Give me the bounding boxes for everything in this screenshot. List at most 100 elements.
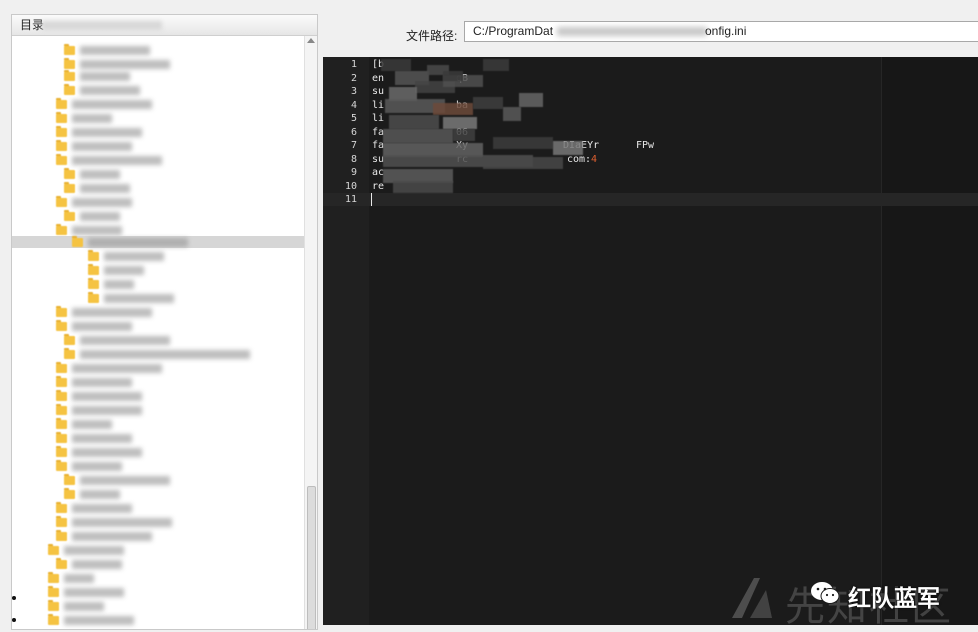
redacted-folder-name xyxy=(72,504,132,513)
tree-expander-icon[interactable] xyxy=(12,618,16,622)
folder-icon xyxy=(56,558,67,569)
folder-icon xyxy=(48,600,59,611)
tree-item[interactable] xyxy=(12,600,302,612)
tree-item[interactable] xyxy=(12,140,302,152)
tree-item[interactable] xyxy=(12,446,302,458)
tree-item[interactable] xyxy=(12,488,302,500)
tree-item[interactable] xyxy=(12,404,302,416)
folder-icon xyxy=(56,390,67,401)
folder-icon xyxy=(64,70,75,81)
tree-expander-icon[interactable] xyxy=(12,596,16,600)
tree-body xyxy=(12,36,307,629)
code-line[interactable]: 1 [b xyxy=(323,58,978,71)
tree-item[interactable] xyxy=(12,544,302,556)
redacted-folder-name xyxy=(104,294,174,303)
code-editor[interactable]: 1[b2enqB3su4liba5li6fa067faXyDIaEYrFPw8s… xyxy=(323,57,978,625)
tree-item[interactable] xyxy=(12,168,302,180)
redaction-block xyxy=(443,117,477,129)
folder-icon xyxy=(48,544,59,555)
tree-item[interactable] xyxy=(12,84,302,96)
tree-item[interactable] xyxy=(12,58,302,70)
folder-icon xyxy=(56,140,67,151)
tree-item[interactable] xyxy=(12,432,302,444)
tree-item[interactable] xyxy=(12,154,302,166)
folder-icon xyxy=(48,572,59,583)
tree-item[interactable] xyxy=(12,250,302,262)
tree-item[interactable] xyxy=(12,196,302,208)
redacted-path xyxy=(557,27,707,36)
folder-icon xyxy=(88,250,99,261)
file-path-input[interactable]: C:/ProgramDat onfig.ini xyxy=(464,21,978,42)
folder-icon xyxy=(56,320,67,331)
redacted-folder-name xyxy=(104,252,164,261)
redacted-folder-name xyxy=(72,532,152,541)
tree-item[interactable] xyxy=(12,70,302,82)
tree-item[interactable] xyxy=(12,586,302,598)
scroll-up-arrow-icon[interactable] xyxy=(307,38,315,43)
folder-icon xyxy=(64,84,75,95)
tree-item[interactable] xyxy=(12,530,302,542)
redacted-folder-name xyxy=(72,322,132,331)
tree-item[interactable] xyxy=(12,278,302,290)
redaction-block xyxy=(389,115,439,129)
tree-item[interactable] xyxy=(12,572,302,584)
tree-item[interactable] xyxy=(12,558,302,570)
tree-item[interactable] xyxy=(12,418,302,430)
redacted-folder-name xyxy=(64,616,134,625)
tree-item[interactable] xyxy=(12,292,302,304)
tree-item[interactable] xyxy=(12,306,302,318)
redacted-folder-name xyxy=(72,156,162,165)
redaction-block xyxy=(483,59,509,71)
tree-item[interactable] xyxy=(12,264,302,276)
redacted-folder-name xyxy=(80,490,120,499)
line-number: 8 xyxy=(350,153,357,165)
tree-item[interactable] xyxy=(12,362,302,374)
tree-item[interactable] xyxy=(12,126,302,138)
redacted-folder-name xyxy=(72,448,142,457)
scroll-thumb[interactable] xyxy=(307,486,316,629)
tree-item[interactable] xyxy=(12,516,302,528)
tree-item[interactable] xyxy=(12,112,302,124)
folder-icon xyxy=(88,292,99,303)
folder-icon xyxy=(64,44,75,55)
line-number: 5 xyxy=(350,113,357,124)
redacted-folder-name xyxy=(80,476,170,485)
tree-item[interactable] xyxy=(12,182,302,194)
redaction-block xyxy=(473,97,503,109)
folder-icon xyxy=(88,264,99,275)
tree-item[interactable] xyxy=(12,348,302,360)
tree-item[interactable] xyxy=(12,334,302,346)
tree-item[interactable] xyxy=(12,390,302,402)
tree-item[interactable] xyxy=(12,474,302,486)
redacted-folder-name xyxy=(72,378,132,387)
line-number: 10 xyxy=(344,180,357,192)
tree-item[interactable] xyxy=(12,210,302,222)
tree-item[interactable] xyxy=(12,614,302,626)
redacted-folder-name xyxy=(88,238,188,247)
line-number: 2 xyxy=(350,72,357,84)
redacted-folder-name xyxy=(72,392,142,401)
tree-item[interactable] xyxy=(12,236,307,248)
folder-icon xyxy=(64,58,75,69)
tree-item[interactable] xyxy=(12,502,302,514)
file-path-bar: 文件路径: C:/ProgramDat onfig.ini xyxy=(323,18,978,48)
tree-item[interactable] xyxy=(12,98,302,110)
tree-item[interactable] xyxy=(12,376,302,388)
tree-item[interactable] xyxy=(12,320,302,332)
redaction-block xyxy=(519,93,543,107)
file-path-end: onfig.ini xyxy=(705,24,747,38)
tree-scrollbar[interactable] xyxy=(304,36,317,629)
redacted-folder-name xyxy=(72,128,142,137)
folder-icon xyxy=(56,98,67,109)
file-path-start: C:/ProgramDat xyxy=(473,24,554,38)
redacted-folder-name xyxy=(72,434,132,443)
tree-item[interactable] xyxy=(12,224,302,236)
folder-icon xyxy=(56,418,67,429)
text-caret xyxy=(371,193,372,206)
folder-icon xyxy=(56,460,67,471)
redacted-folder-name xyxy=(104,280,134,289)
code-line[interactable]: 11 xyxy=(323,193,978,206)
tree-item[interactable] xyxy=(12,460,302,472)
tree-item[interactable] xyxy=(12,44,302,56)
redacted-folder-name xyxy=(72,518,172,527)
